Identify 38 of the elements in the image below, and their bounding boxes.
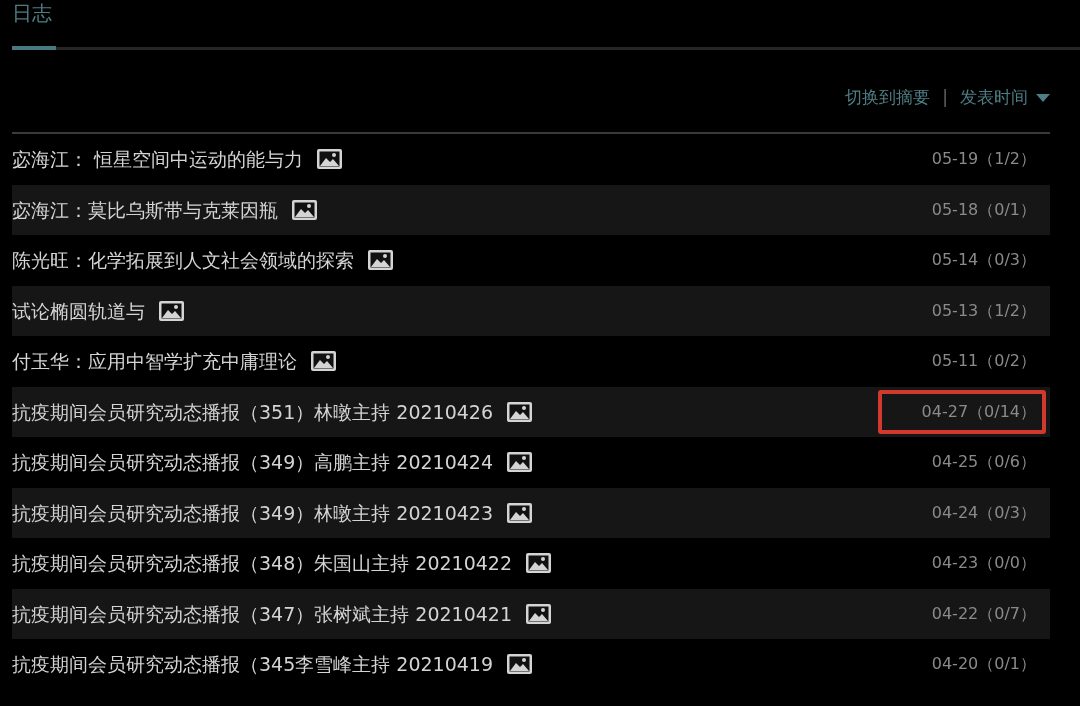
entry-date: 04-23（0/0） [930,552,1037,575]
image-icon [368,250,393,271]
entry-date: 05-13（1/2） [930,299,1037,322]
entry-date: 05-14（0/3） [930,249,1037,272]
entry-date: 04-24（0/3） [930,501,1037,524]
entry-date: 04-27（0/14） [877,389,1046,434]
entry-title[interactable]: 抗疫期间会员研究动态播报（349）高鹏主持 20210424 [12,448,532,477]
entry-title[interactable]: 付玉华：应用中智学扩充中庸理论 [12,347,336,376]
entry-title[interactable]: 试论椭圆轨道与 [12,296,184,325]
entry-title[interactable]: 宓海江：莫比乌斯带与克莱因瓶 [12,195,317,224]
entry-title[interactable]: 抗疫期间会员研究动态播报（347）张树斌主持 20210421 [12,599,551,628]
image-icon [507,401,532,422]
entry-title[interactable]: 抗疫期间会员研究动态播报（351）林暾主持 20210426 [12,397,532,426]
tab[interactable]: 日志 [12,0,56,50]
sort-dropdown[interactable]: 发表时间 [960,85,1050,111]
entry-date: 04-20（0/1） [930,653,1037,676]
image-icon [526,553,551,574]
image-icon [507,452,532,473]
caret-icon [1036,93,1050,103]
entry-date: 04-25（0/6） [930,451,1037,474]
entry-title[interactable]: 陈光旺：化学拓展到人文社会领域的探索 [12,246,393,275]
image-icon [507,502,532,523]
image-icon [526,603,551,624]
image-icon [507,654,532,675]
separator: | [942,86,948,110]
entry-title[interactable]: 抗疫期间会员研究动态播报（349）林暾主持 20210423 [12,498,532,527]
entry-date: 05-19（1/2） [930,148,1037,171]
entry-title[interactable]: 宓海江： 恒星空间中运动的能与力 [12,145,343,174]
switch-summary-link[interactable]: 切换到摘要 [845,85,931,111]
image-icon [159,300,184,321]
entry-date: 04-22（0/7） [930,602,1037,625]
entry-title[interactable]: 抗疫期间会员研究动态播报（348）朱国山主持 20210422 [12,549,551,578]
image-icon [311,351,336,372]
entry-date: 05-18（0/1） [930,198,1037,221]
image-icon [317,149,343,170]
image-icon [292,199,317,220]
entry-title[interactable]: 抗疫期间会员研究动态播报（345李雪峰主持 20210419 [12,650,532,679]
entry-date: 05-11（0/2） [930,350,1037,373]
